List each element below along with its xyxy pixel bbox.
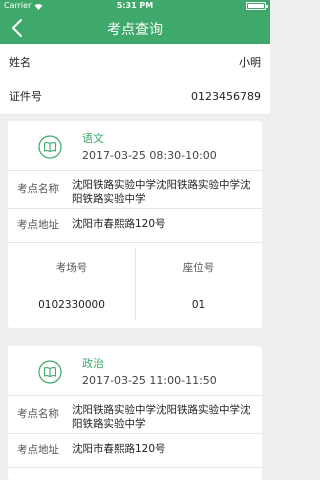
name-label: 姓名 xyxy=(9,56,31,69)
subject-name: 语文 xyxy=(82,132,104,145)
page-title: 考点查询 xyxy=(107,22,163,38)
nav-bar: 考点查询 xyxy=(0,12,270,44)
room-value: 0102330000 xyxy=(38,299,105,311)
name-value: 小明 xyxy=(239,56,261,69)
room-label: 考场号 xyxy=(55,262,88,274)
site-label: 考点名称 xyxy=(17,183,59,195)
battery-icon xyxy=(246,2,268,10)
status-time: 5:31 PM xyxy=(116,1,154,10)
site-value: 沈阳铁路实验中学沈阳铁路实验中学沈阳铁路实验中学 xyxy=(72,404,251,430)
divider xyxy=(8,467,262,468)
book-icon xyxy=(38,360,62,384)
divider xyxy=(8,242,262,243)
site-label: 考点名称 xyxy=(17,408,59,420)
divider xyxy=(8,433,262,434)
exam-card[interactable]: 语文 2017-03-25 08:30-10:00 考点名称 沈阳铁路实验中学沈… xyxy=(8,121,262,328)
divider xyxy=(8,170,262,171)
id-label: 证件号 xyxy=(9,90,42,103)
exam-card[interactable]: 政治 2017-03-25 11:00-11:50 考点名称 沈阳铁路实验中学沈… xyxy=(8,346,262,480)
name-row: 姓名 小明 xyxy=(0,44,270,81)
id-row: 证件号 0123456789 xyxy=(0,78,270,115)
subject-name: 政治 xyxy=(82,357,104,370)
address-label: 考点地址 xyxy=(17,219,59,231)
divider xyxy=(8,395,262,396)
divider xyxy=(8,208,262,209)
status-bar: Carrier 5:31 PM xyxy=(0,0,270,12)
app-header: Carrier 5:31 PM 考点查询 xyxy=(0,0,270,44)
book-icon xyxy=(38,135,62,159)
id-value: 0123456789 xyxy=(191,90,261,103)
address-label: 考点地址 xyxy=(17,444,59,456)
exam-time: 2017-03-25 11:00-11:50 xyxy=(82,374,217,387)
address-value: 沈阳市春熙路120号 xyxy=(72,443,166,455)
site-value: 沈阳铁路实验中学沈阳铁路实验中学沈阳铁路实验中学 xyxy=(72,179,251,205)
address-value: 沈阳市春熙路120号 xyxy=(72,218,166,230)
exam-time: 2017-03-25 08:30-10:00 xyxy=(82,149,217,162)
seat-value: 01 xyxy=(191,299,206,311)
seat-label: 座位号 xyxy=(182,262,215,274)
